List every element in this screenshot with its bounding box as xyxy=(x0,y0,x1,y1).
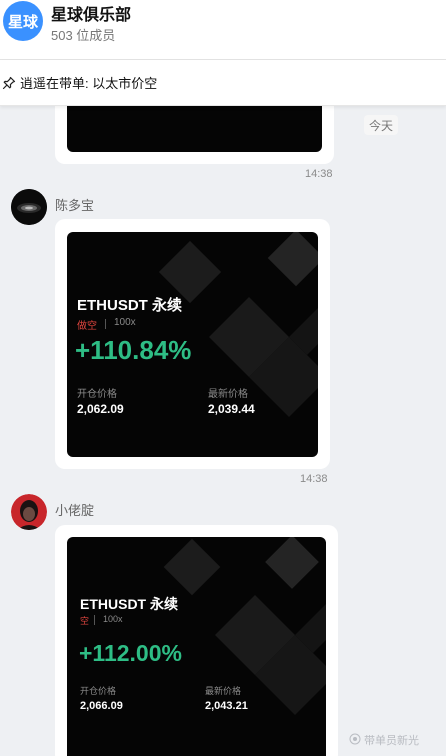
latest-price-label: 最新价格 xyxy=(208,389,248,400)
entry-price: 2,062.09 xyxy=(77,402,124,416)
avatar[interactable] xyxy=(11,189,47,225)
message-bubble[interactable]: ETHUSDT 永续 空 100x +112.00% 开仓价格 2,066.09… xyxy=(55,525,338,756)
group-avatar[interactable]: 星球 xyxy=(3,1,43,41)
date-badge: 今天 xyxy=(364,115,398,135)
watermark: 带单员新光 xyxy=(349,732,419,748)
leverage: 100x xyxy=(103,614,123,624)
position-side: 空 xyxy=(80,616,90,626)
chat-header: 星球 星球俱乐部 503 位成员 xyxy=(0,0,446,60)
pinned-message-bar[interactable]: 逍遥在带单: 以太市价空 xyxy=(0,60,446,106)
separator xyxy=(94,615,95,625)
group-avatar-text: 星球 xyxy=(7,13,38,31)
card-title: ETHUSDT 永续 xyxy=(77,297,183,314)
pnl-percent: +110.84% xyxy=(75,335,192,365)
card-title: ETHUSDT 永续 xyxy=(80,596,178,612)
latest-price: 2,043.21 xyxy=(205,700,248,712)
position-side: 做空 xyxy=(77,321,97,332)
message-bubble[interactable]: ETHUSDT 永续 做空 100x +110.84% 开仓价格 2,062.0… xyxy=(55,219,330,469)
trade-card[interactable]: ETHUSDT 永续 空 100x +112.00% 开仓价格 2,066.09… xyxy=(67,537,326,756)
sender-name: 小佬腚 xyxy=(55,503,95,518)
entry-price-label: 开仓价格 xyxy=(80,686,117,696)
entry-price: 2,066.09 xyxy=(80,700,123,712)
separator xyxy=(105,319,106,329)
sender-name: 陈多宝 xyxy=(55,198,95,213)
message-time: 14:38 xyxy=(300,473,328,485)
entry-price-label: 开仓价格 xyxy=(77,389,117,400)
latest-price-label: 最新价格 xyxy=(205,686,242,696)
watermark-icon xyxy=(349,733,361,748)
watermark-text: 带单员新光 xyxy=(364,735,419,747)
pinned-message-text: 逍遥在带单: 以太市价空 xyxy=(20,76,158,91)
message-bubble[interactable] xyxy=(55,96,334,164)
message-time: 14:38 xyxy=(305,168,333,180)
pnl-percent: +112.00% xyxy=(79,640,182,666)
pin-icon xyxy=(1,75,17,91)
latest-price: 2,039.44 xyxy=(208,402,255,416)
member-count[interactable]: 503 位成员 xyxy=(51,25,115,44)
avatar[interactable] xyxy=(11,494,47,530)
group-name[interactable]: 星球俱乐部 xyxy=(51,1,131,25)
trade-card[interactable] xyxy=(67,100,322,152)
leverage: 100x xyxy=(114,317,136,328)
trade-card[interactable]: ETHUSDT 永续 做空 100x +110.84% 开仓价格 2,062.0… xyxy=(67,232,318,457)
